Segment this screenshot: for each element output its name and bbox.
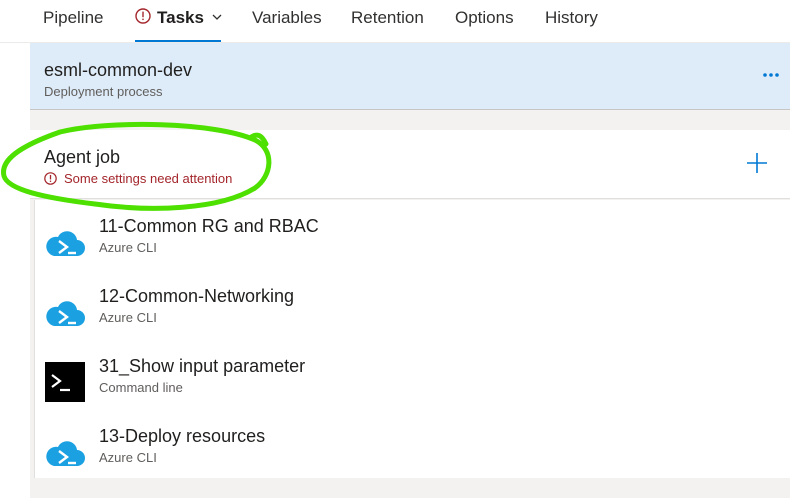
task-item[interactable]: 12-Common-Networking Azure CLI bbox=[35, 270, 790, 340]
tab-history[interactable]: History bbox=[545, 8, 598, 28]
tab-bar: Pipeline Tasks Variables Retention Optio… bbox=[0, 0, 790, 43]
task-list: 11-Common RG and RBAC Azure CLI 12-Commo… bbox=[34, 200, 790, 478]
tab-pipeline[interactable]: Pipeline bbox=[43, 8, 104, 28]
warning-icon bbox=[44, 172, 57, 188]
tab-options[interactable]: Options bbox=[455, 8, 514, 28]
tab-tasks[interactable]: Tasks bbox=[135, 8, 222, 29]
chevron-down-icon bbox=[212, 9, 222, 24]
task-item[interactable]: 31_Show input parameter Command line bbox=[35, 340, 790, 410]
task-title: 31_Show input parameter bbox=[99, 356, 306, 376]
azure-cli-icon bbox=[44, 222, 86, 262]
more-options-icon[interactable] bbox=[762, 66, 780, 84]
task-item[interactable]: 11-Common RG and RBAC Azure CLI bbox=[35, 200, 790, 270]
agent-job-warning: Some settings need attention bbox=[44, 171, 232, 188]
command-line-icon bbox=[44, 362, 86, 402]
add-task-icon[interactable] bbox=[746, 152, 768, 174]
task-type: Azure CLI bbox=[99, 240, 157, 255]
task-item[interactable]: 13-Deploy resources Azure CLI bbox=[35, 410, 790, 480]
warning-icon bbox=[135, 8, 151, 29]
task-type: Azure CLI bbox=[99, 450, 157, 465]
agent-job-warning-text: Some settings need attention bbox=[64, 171, 233, 186]
tab-variables[interactable]: Variables bbox=[252, 8, 322, 28]
task-title: 11-Common RG and RBAC bbox=[99, 216, 319, 236]
task-type: Azure CLI bbox=[99, 310, 157, 325]
tab-tasks-label: Tasks bbox=[157, 8, 204, 27]
left-gutter bbox=[0, 43, 30, 498]
azure-cli-icon bbox=[44, 432, 86, 472]
task-type: Command line bbox=[99, 380, 183, 395]
agent-job-card[interactable]: Agent job Some settings need attention bbox=[30, 130, 790, 199]
process-subtitle: Deployment process bbox=[44, 84, 163, 99]
azure-cli-icon bbox=[44, 292, 86, 332]
agent-job-title: Agent job bbox=[44, 147, 121, 167]
deployment-process-header[interactable]: esml-common-dev Deployment process bbox=[30, 43, 790, 110]
task-title: 12-Common-Networking bbox=[99, 286, 295, 306]
process-title: esml-common-dev bbox=[44, 60, 193, 80]
tab-retention[interactable]: Retention bbox=[351, 8, 424, 28]
task-title: 13-Deploy resources bbox=[99, 426, 266, 446]
